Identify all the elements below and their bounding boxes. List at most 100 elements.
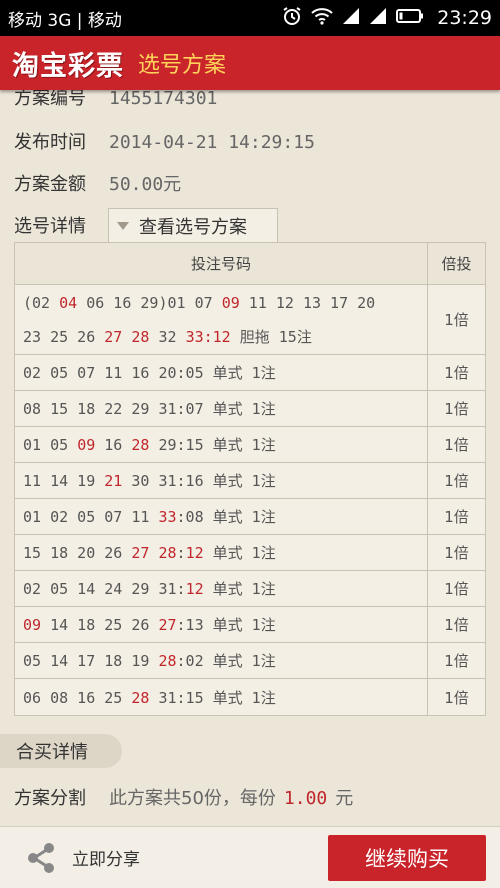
bet-number-text: :13 单式 1注 [176, 616, 276, 634]
table-row: (02 04 06 16 29)01 07 09 11 12 13 17 20 2… [15, 285, 485, 355]
matched-number: 28 [131, 688, 150, 707]
bet-numbers-line: 02 05 07 11 16 20:05 单式 1注 [23, 362, 276, 383]
main-content[interactable]: 方案编号 1455174301 发布时间 2014-04-21 14:29:15… [0, 90, 500, 826]
table-row: 11 14 19 21 30 31:16 单式 1注 1倍 [15, 463, 485, 499]
matched-number: 33 [158, 508, 177, 526]
plan-split-amount: 1.00 [283, 788, 328, 809]
bottom-bar: 立即分享 继续购买 [0, 826, 500, 888]
publish-time-label: 发布时间 [14, 132, 86, 153]
table-header: 投注号码 倍投 [15, 243, 485, 285]
matched-number: 21 [104, 472, 123, 490]
page-title: 选号方案 [138, 53, 227, 78]
header-bet-numbers: 投注号码 [15, 243, 428, 284]
bet-numbers-cell: 11 14 19 21 30 31:16 单式 1注 [15, 463, 428, 498]
bet-numbers-line: 15 18 20 26 27 28:12 单式 1注 [23, 542, 276, 563]
bet-number-text: :08 单式 1注 [176, 508, 276, 526]
bet-numbers-cell: 01 02 05 07 11 33:08 单式 1注 [15, 499, 428, 534]
multiplier-cell: 1倍 [444, 580, 469, 598]
status-bar: 移动 3G | 移动 23:29 [0, 0, 500, 36]
matched-number: 09 [77, 436, 96, 454]
bet-number-text: 06 16 29)01 07 [77, 293, 222, 312]
matched-number: 04 [59, 293, 78, 312]
matched-number: 27 [158, 616, 177, 634]
selection-detail-label: 选号详情 [14, 216, 86, 237]
multiplier-cell: 1倍 [444, 544, 469, 562]
bet-number-text: 02 05 07 11 16 20:05 单式 1注 [23, 364, 276, 382]
bet-numbers-line: 01 02 05 07 11 33:08 单式 1注 [23, 506, 276, 527]
bet-number-text: : [176, 544, 186, 562]
multiplier-cell: 1倍 [444, 472, 469, 490]
view-selection-label: 查看选号方案 [139, 216, 247, 238]
bet-numbers-cell: 02 05 14 24 29 31:12 单式 1注 [15, 571, 428, 606]
multiplier-cell: 1倍 [444, 436, 469, 454]
bet-number-text: 02 05 14 24 29 31: [23, 580, 186, 598]
table-row: 06 08 16 25 28 31:15 单式 1注 1倍 [15, 679, 485, 715]
matched-number: 28 [131, 436, 150, 454]
battery-icon [396, 8, 424, 29]
bet-number-text: 31:15 单式 1注 [149, 688, 276, 707]
bet-numbers-cell: 08 15 18 22 29 31:07 单式 1注 [15, 391, 428, 426]
bet-numbers-cell: 05 14 17 18 19 28:02 单式 1注 [15, 643, 428, 678]
bet-numbers-cell: 15 18 20 26 27 28:12 单式 1注 [15, 535, 428, 570]
bet-number-text: 01 05 [23, 436, 78, 454]
alarm-icon [282, 6, 302, 31]
table-row: 02 05 14 24 29 31:12 单式 1注 1倍 [15, 571, 485, 607]
triangle-down-icon [117, 221, 129, 230]
bet-number-text: 11 12 13 17 20 [239, 293, 376, 312]
bet-numbers-cell: 09 14 18 25 26 27:13 单式 1注 [15, 607, 428, 642]
app-logo[interactable]: 淘宝彩票 [12, 44, 124, 83]
plan-split-row: 方案分割 此方案共50份，每份 1.00 元 [14, 784, 353, 810]
bet-numbers-cell: 02 05 07 11 16 20:05 单式 1注 [15, 355, 428, 390]
bet-number-text: 32 [149, 327, 186, 346]
share-button[interactable]: 立即分享 [26, 842, 140, 874]
matched-number: 12 [185, 544, 204, 562]
bet-numbers-line: 01 05 09 16 28 29:15 单式 1注 [23, 434, 276, 455]
bet-number-text: 29:15 单式 1注 [149, 436, 276, 454]
bet-number-text: 单式 1注 [203, 580, 276, 598]
bet-numbers-line: 23 25 26 27 28 32 33:12 胆拖 15注 [23, 320, 312, 354]
wifi-icon [311, 7, 333, 30]
view-selection-button[interactable]: 查看选号方案 [108, 208, 278, 242]
title-bar: 淘宝彩票 选号方案 [0, 36, 500, 90]
table-row: 05 14 17 18 19 28:02 单式 1注 1倍 [15, 643, 485, 679]
bet-number-text: 14 18 25 26 [41, 616, 159, 634]
bet-numbers-line: 11 14 19 21 30 31:16 单式 1注 [23, 470, 276, 491]
bet-number-text: 08 15 18 22 29 31:07 单式 1注 [23, 400, 276, 418]
multiplier-cell: 1倍 [444, 616, 469, 634]
bet-number-text: 16 [95, 436, 132, 454]
plan-split-label: 方案分割 [14, 788, 86, 809]
bet-numbers-line: (02 04 06 16 29)01 07 09 11 12 13 17 20 [23, 286, 375, 320]
multiplier-cell: 1倍 [444, 400, 469, 418]
bet-number-text: 单式 1注 [203, 544, 276, 562]
table-row: 08 15 18 22 29 31:07 单式 1注 1倍 [15, 391, 485, 427]
multiplier-cell: 1倍 [444, 688, 469, 707]
clock-time: 23:29 [437, 7, 492, 29]
publish-time-row: 发布时间 2014-04-21 14:29:15 [14, 128, 315, 154]
bet-numbers-line: 08 15 18 22 29 31:07 单式 1注 [23, 398, 276, 419]
multiplier-cell: 1倍 [444, 652, 469, 670]
publish-time-value: 2014-04-21 14:29:15 [109, 132, 315, 153]
continue-buy-button[interactable]: 继续购买 [328, 835, 486, 881]
matched-number: 09 [23, 616, 42, 634]
bet-number-text: 胆拖 15注 [230, 327, 312, 346]
share-icon [28, 842, 54, 873]
plan-number-row: 方案编号 1455174301 [14, 90, 217, 110]
bet-numbers-cell: 01 05 09 16 28 29:15 单式 1注 [15, 427, 428, 462]
table-row: 01 02 05 07 11 33:08 单式 1注 1倍 [15, 499, 485, 535]
matched-number: 12 [185, 580, 204, 598]
plan-number-value: 1455174301 [109, 90, 218, 109]
share-label: 立即分享 [72, 850, 140, 870]
table-row: 02 05 07 11 16 20:05 单式 1注 1倍 [15, 355, 485, 391]
plan-amount-value: 50.00元 [109, 174, 182, 195]
bet-number-text: 23 25 26 [23, 327, 105, 346]
plan-amount-row: 方案金额 50.00元 [14, 170, 181, 196]
bet-number-text: 30 31:16 单式 1注 [122, 472, 276, 490]
plan-amount-label: 方案金额 [14, 174, 86, 195]
table-row: 01 05 09 16 28 29:15 单式 1注 1倍 [15, 427, 485, 463]
bet-number-text: :02 单式 1注 [176, 652, 276, 670]
matched-number: 28 [158, 652, 177, 670]
multiplier-cell: 1倍 [444, 311, 469, 329]
plan-split-text: 此方案共50份，每份 [109, 788, 276, 809]
group-buy-tab[interactable]: 合买详情 [0, 734, 122, 768]
plan-split-unit: 元 [335, 788, 354, 809]
